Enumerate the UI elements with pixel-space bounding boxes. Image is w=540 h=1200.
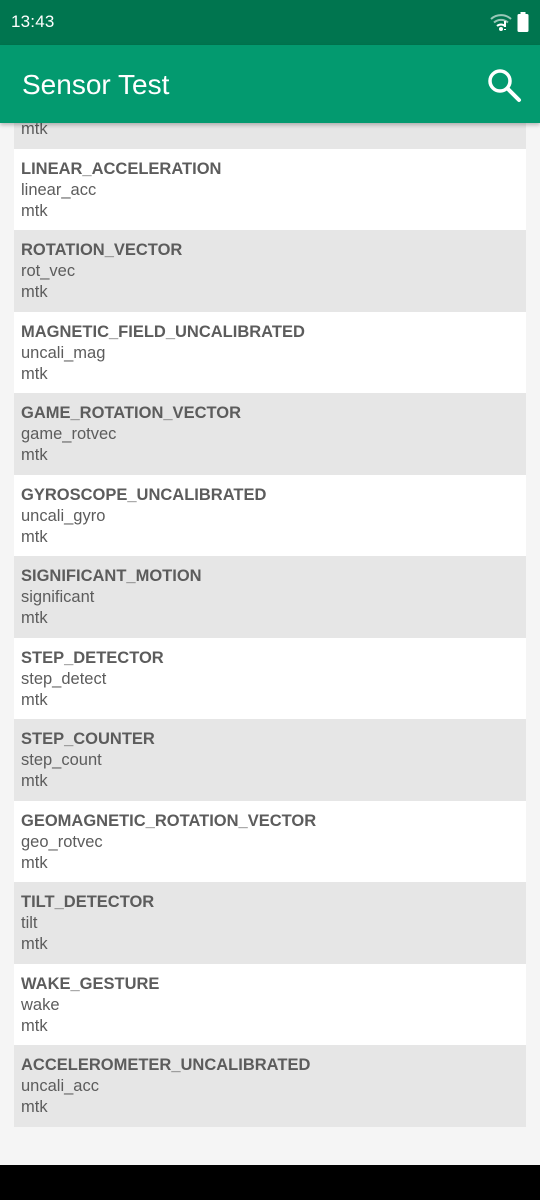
sensor-name: uncali_mag xyxy=(21,343,106,362)
sensor-type: STEP_DETECTOR xyxy=(21,648,164,667)
app-title: Sensor Test xyxy=(22,69,170,100)
navigation-bar xyxy=(0,1165,540,1200)
sensor-vendor: mtk xyxy=(21,772,48,790)
sensor-vendor: mtk xyxy=(21,853,48,872)
sensor-name: game_rotvec xyxy=(21,425,117,443)
sensor-row[interactable]: WAKE_GESTUREwake mtk xyxy=(14,963,526,1045)
sensor-name: significant xyxy=(21,588,95,606)
sensor-list: GRAVITYgravitymtk LINEAR_ACCELERATIONline… xyxy=(14,123,526,1127)
sensor-row[interactable]: TILT_DETECTORtilt mtk xyxy=(14,882,526,964)
sensor-vendor: mtk xyxy=(21,935,48,953)
sensor-row[interactable]: STEP_COUNTER step_countmtk xyxy=(14,719,526,801)
sensor-row[interactable]: MAGNETIC_FIELD_UNCALIBRATED uncali_magmtk xyxy=(14,311,526,393)
sensor-row[interactable]: GYROSCOPE_UNCALIBRATED uncali_gyromtk xyxy=(14,474,526,556)
sensor-row[interactable]: GRAVITYgravitymtk xyxy=(14,123,526,149)
sensor-name: rot_vec xyxy=(21,262,76,280)
sensor-name: step_count xyxy=(21,751,102,769)
sensor-type: SIGNIFICANT_MOTION xyxy=(21,567,202,585)
sensor-type: WAKE_GESTURE xyxy=(21,974,160,993)
sensor-type: LINEAR_ACCELERATION xyxy=(21,159,222,178)
sensor-row[interactable]: GEOMAGNETIC_ROTATION_VECTOR geo_rotvecmtk xyxy=(14,800,526,882)
sensor-type: GYROSCOPE_UNCALIBRATED xyxy=(21,485,267,504)
sensor-name: geo_rotvec xyxy=(21,832,103,851)
sensor-vendor: mtk xyxy=(21,446,48,464)
sensor-name: linear_acc xyxy=(21,180,97,199)
sensor-vendor: mtk xyxy=(21,283,48,301)
sensor-name: tilt xyxy=(21,914,38,932)
sensor-row[interactable]: ACCELEROMETER_UNCALIBRATED uncali_accmtk xyxy=(14,1045,526,1127)
sensor-row[interactable]: SIGNIFICANT_MOTION significant mtk xyxy=(14,556,526,638)
sensor-vendor: mtk xyxy=(21,1098,48,1116)
status-time: 13:43 xyxy=(11,12,55,31)
sensor-type: GEOMAGNETIC_ROTATION_VECTOR xyxy=(21,811,317,830)
sensor-row[interactable]: GAME_ROTATION_VECTOR game_rotvecmtk xyxy=(14,393,526,475)
sensor-type: TILT_DETECTOR xyxy=(21,893,155,911)
sensor-vendor: mtk xyxy=(21,609,48,627)
battery-icon xyxy=(517,12,529,32)
sensor-row[interactable]: LINEAR_ACCELERATION linear_accmtk xyxy=(14,148,526,230)
sensor-name: wake xyxy=(21,995,60,1014)
sensor-name: uncali_acc xyxy=(21,1077,99,1095)
sensor-name: uncali_gyro xyxy=(21,506,106,525)
sensor-type: STEP_COUNTER xyxy=(21,730,155,748)
sensor-list-viewport[interactable]: GRAVITYgravitymtk LINEAR_ACCELERATIONline… xyxy=(0,123,540,1165)
sensor-type: GAME_ROTATION_VECTOR xyxy=(21,404,242,422)
sensor-type: ACCELEROMETER_UNCALIBRATED xyxy=(21,1056,311,1074)
sensor-type: MAGNETIC_FIELD_UNCALIBRATED xyxy=(21,322,305,341)
sensor-type: ROTATION_VECTOR xyxy=(21,241,183,259)
sensor-vendor: mtk xyxy=(21,527,48,546)
sensor-vendor: mtk xyxy=(21,1016,48,1035)
sensor-row[interactable]: ROTATION_VECTOR rot_vecmtk xyxy=(14,230,526,312)
sensor-vendor: mtk xyxy=(21,123,48,138)
search-icon[interactable] xyxy=(484,65,524,105)
sensor-row[interactable]: STEP_DETECTOR step_detectmtk xyxy=(14,637,526,719)
sensor-vendor: mtk xyxy=(21,364,48,383)
sensor-name: step_detect xyxy=(21,669,107,688)
wifi-icon xyxy=(490,14,512,31)
status-bar: 13:43 xyxy=(0,0,540,45)
app-bar: Sensor Test xyxy=(0,45,540,123)
sensor-vendor: mtk xyxy=(21,690,48,709)
sensor-vendor: mtk xyxy=(21,201,48,220)
